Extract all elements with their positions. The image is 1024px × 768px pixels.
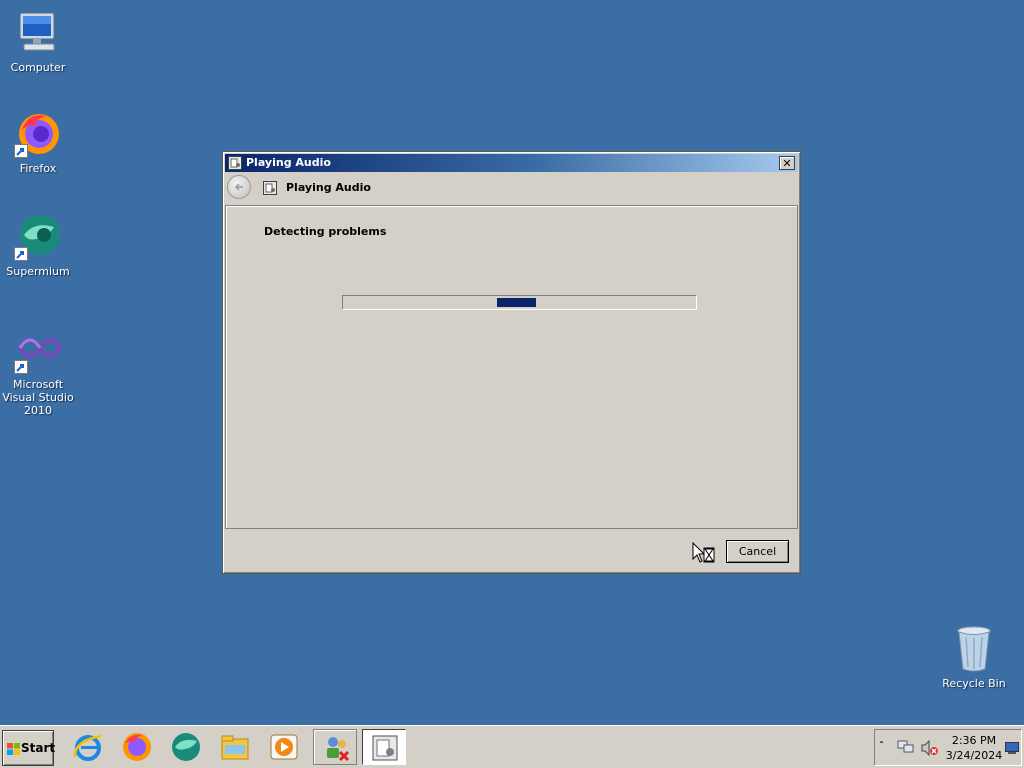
- volume-muted-icon[interactable]: [921, 740, 939, 756]
- internet-explorer-icon: [73, 734, 102, 761]
- network-troubleshooter-icon: [327, 737, 350, 762]
- taskbar-media-player[interactable]: [262, 729, 306, 765]
- desktop-icon-label: Computer: [10, 61, 66, 74]
- desktop-icon-visual-studio[interactable]: Microsoft Visual Studio 2010: [0, 326, 78, 417]
- clock[interactable]: 2:36 PM 3/24/2024: [945, 733, 1003, 763]
- back-arrow-icon: [234, 183, 243, 191]
- clock-date: 3/24/2024: [945, 749, 1003, 762]
- status-text: Detecting problems: [264, 225, 387, 238]
- windows-flag-icon: [7, 743, 20, 755]
- shortcut-arrow-icon: [14, 360, 28, 374]
- taskbar-internet-explorer[interactable]: [66, 729, 110, 765]
- supermium-icon: [14, 213, 62, 261]
- desktop-icon-label: Microsoft Visual Studio 2010: [2, 378, 74, 417]
- firefox-icon: [123, 733, 151, 761]
- firefox-icon: [14, 110, 62, 158]
- playing-audio-task-icon: [372, 735, 398, 761]
- playing-audio-dialog: Playing Audio ✕ Playing Audio Detecting …: [222, 151, 801, 574]
- desktop-icon-label: Supermium: [6, 265, 70, 278]
- taskbar-firefox[interactable]: [115, 729, 159, 765]
- visual-studio-icon: [14, 326, 63, 374]
- desktop-icon-firefox[interactable]: Firefox: [0, 110, 78, 175]
- supermium-icon: [172, 733, 200, 761]
- computer-icon: [14, 9, 62, 57]
- clock-time: 2:36 PM: [951, 734, 997, 747]
- file-explorer-icon: [221, 735, 249, 760]
- system-tray: ˆ 2:36 PM 3/24/2024: [874, 729, 1022, 766]
- taskbar-playing-audio[interactable]: [362, 729, 406, 765]
- title-bar[interactable]: Playing Audio ✕: [225, 154, 798, 172]
- navigation-bar: Playing Audio: [225, 173, 798, 203]
- start-button[interactable]: Start: [2, 730, 56, 766]
- recycle-bin-icon: [950, 625, 998, 673]
- back-button[interactable]: [227, 175, 251, 199]
- nav-title: Playing Audio: [286, 181, 371, 194]
- show-hidden-icons-chevron-icon[interactable]: ˆ: [879, 741, 884, 752]
- desktop-icon-label: Firefox: [19, 162, 57, 175]
- desktop-icon-recycle-bin[interactable]: Recycle Bin: [934, 625, 1014, 690]
- busy-cursor-icon: [692, 542, 715, 563]
- desktop-icon-label: Recycle Bin: [942, 677, 1006, 690]
- troubleshooter-icon: [263, 181, 277, 195]
- cancel-button[interactable]: Cancel: [726, 540, 789, 563]
- desktop-icon-supermium[interactable]: Supermium: [0, 213, 78, 278]
- taskbar: Start ˆ 2:36 PM 3/24/2024: [0, 725, 1024, 768]
- taskbar-supermium[interactable]: [164, 729, 208, 765]
- taskbar-file-explorer[interactable]: [213, 729, 257, 765]
- desktop-icon-computer[interactable]: Computer: [0, 9, 78, 74]
- shortcut-arrow-icon: [14, 247, 28, 261]
- troubleshooter-icon: [228, 156, 242, 170]
- window-title: Playing Audio: [246, 156, 331, 169]
- network-icon[interactable]: [897, 740, 915, 754]
- close-button[interactable]: ✕: [779, 156, 795, 170]
- start-label: Start: [21, 741, 56, 755]
- progress-bar: [342, 295, 697, 310]
- media-player-icon: [270, 734, 298, 760]
- taskbar-network-troubleshooter[interactable]: [313, 729, 357, 765]
- content-panel: Detecting problems: [225, 205, 798, 529]
- shortcut-arrow-icon: [14, 144, 28, 158]
- progress-marquee-block: [497, 298, 536, 307]
- show-desktop-icon[interactable]: [1005, 742, 1019, 754]
